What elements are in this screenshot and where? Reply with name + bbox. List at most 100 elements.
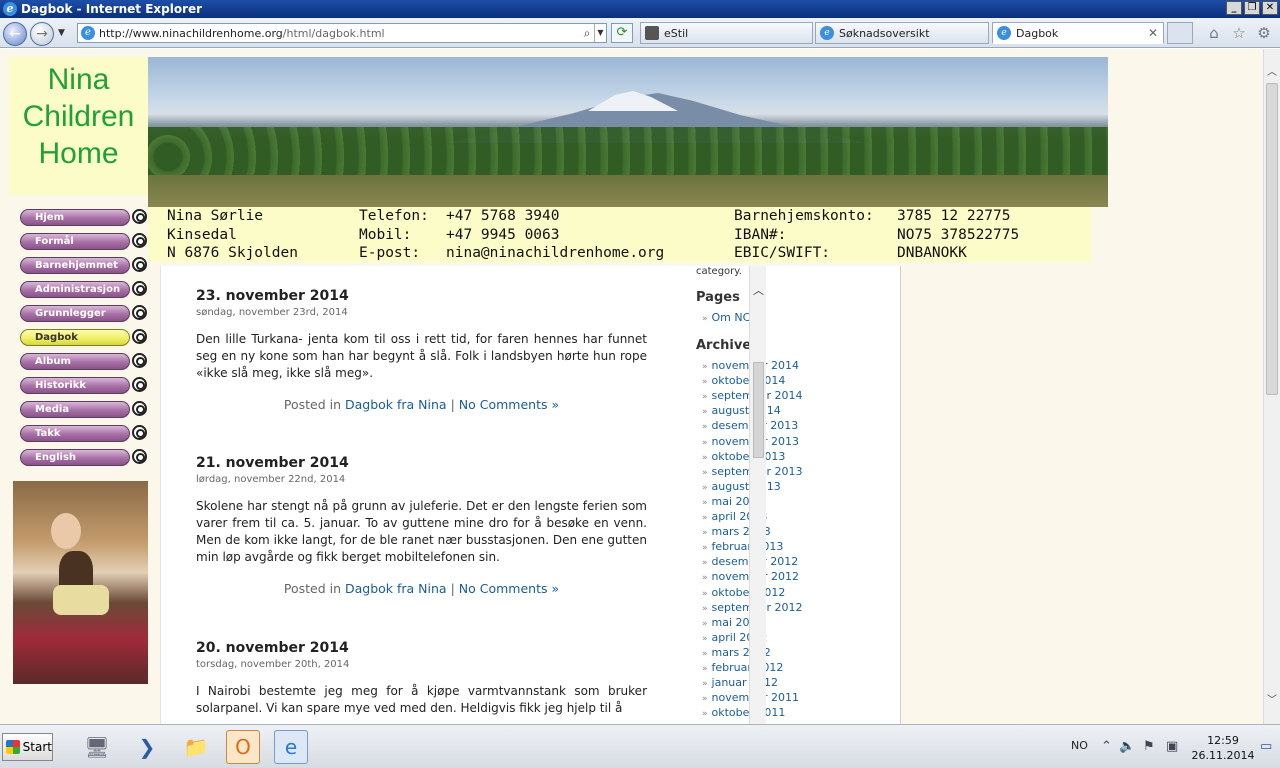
archive-link[interactable]: » februar 2013	[702, 539, 896, 554]
scrollbar-thumb[interactable]	[753, 362, 764, 458]
bank-values-column: 3785 12 22775 NO75 378522775 DNBANOKK	[897, 207, 1019, 263]
menu-item-media[interactable]: Media	[20, 400, 148, 419]
post-title[interactable]: 21. november 2014	[196, 455, 647, 471]
chevron-icon: »	[702, 709, 708, 720]
post-category-link[interactable]: Dagbok fra Nina	[345, 581, 447, 596]
chevron-icon: »	[702, 392, 708, 403]
menu-item-album[interactable]: Album	[20, 352, 148, 371]
server-manager-icon[interactable]: 🖥	[80, 730, 114, 764]
post-title[interactable]: 23. november 2014	[196, 288, 647, 304]
volume-icon[interactable]: 🔈	[1119, 739, 1135, 754]
archive-link[interactable]: » januar 2012	[702, 675, 896, 690]
archive-link[interactable]: » oktober 2013	[702, 449, 896, 464]
archive-link[interactable]: » oktober 2012	[702, 585, 896, 600]
explorer-folder-icon[interactable]: 📁	[179, 730, 213, 764]
contact-name: Nina Sørlie	[167, 208, 264, 224]
chevron-icon: »	[702, 422, 708, 433]
address-dropdown-icon[interactable]: ▼	[594, 24, 606, 42]
favorites-star-icon[interactable]: ☆	[1230, 24, 1248, 42]
home-icon[interactable]: ⌂	[1205, 24, 1223, 42]
forward-arrow-icon[interactable]: →	[30, 22, 54, 46]
page-scrollbar[interactable]: ︿ ﹀	[1263, 49, 1280, 724]
archive-link[interactable]: » september 2012	[702, 600, 896, 615]
archive-link[interactable]: » april 2012	[702, 630, 896, 645]
archive-link[interactable]: » oktober 2011	[702, 705, 896, 720]
contact-place: Kinsedal	[167, 226, 237, 243]
post-comments-link[interactable]: No Comments »	[459, 581, 559, 596]
post-title[interactable]: 20. november 2014	[196, 640, 647, 656]
gear-icon[interactable]: ⚙	[1255, 24, 1273, 42]
new-tab-button[interactable]	[1167, 22, 1193, 44]
archive-link[interactable]: » mars 2012	[702, 645, 896, 660]
iframe-scrollbar[interactable]: ︿	[749, 266, 766, 724]
scroll-up-icon[interactable]: ︿	[1267, 63, 1277, 78]
tab-soknadsoversikt[interactable]: e Søknadsoversikt	[815, 22, 989, 44]
archive-link[interactable]: » mars 2013	[702, 524, 896, 539]
archive-link[interactable]: » desember 2013	[702, 418, 896, 433]
page-link[interactable]: » Om NCH	[702, 310, 896, 325]
internet-explorer-icon[interactable]: e	[274, 730, 308, 764]
tab-estil[interactable]: eStil	[640, 22, 813, 44]
menu-item-formal[interactable]: Formål	[20, 232, 148, 251]
archive-link[interactable]: » november 2014	[702, 358, 896, 373]
scroll-down-icon[interactable]: ﹀	[1267, 691, 1277, 706]
archive-link[interactable]: » september 2014	[702, 388, 896, 403]
history-dropdown-icon[interactable]: ▼	[58, 28, 65, 38]
tab-dagbok[interactable]: e Dagbok ✕	[992, 22, 1164, 44]
show-desktop-icon[interactable]: ▭	[1260, 739, 1272, 754]
archive-link[interactable]: » oktober 2014	[702, 373, 896, 388]
menu-item-administrasjon[interactable]: Administrasjon	[20, 280, 148, 299]
menu-item-hjem[interactable]: Hjem	[20, 208, 148, 227]
link-label: februar 2012	[711, 660, 784, 674]
start-button[interactable]: Start	[2, 733, 53, 761]
post-date: torsdag, november 20th, 2014	[196, 659, 350, 670]
close-tab-icon[interactable]: ✕	[1148, 26, 1158, 40]
archive-link[interactable]: » august 2013	[702, 479, 896, 494]
post-category-link[interactable]: Dagbok fra Nina	[345, 397, 447, 412]
scroll-up-icon[interactable]: ︿	[753, 282, 764, 298]
archive-link[interactable]: » november 2013	[702, 434, 896, 449]
archive-link[interactable]: » april 2013	[702, 509, 896, 524]
back-arrow-icon[interactable]: ←	[3, 22, 27, 46]
address-bar[interactable]: e http://www.ninachildrenhome.org/html/d…	[77, 23, 607, 43]
menu-item-takk[interactable]: Takk	[20, 424, 148, 443]
tab-label: Søknadsoversikt	[839, 26, 930, 40]
meta-separator: |	[450, 397, 455, 412]
minimize-icon[interactable]: _	[1226, 1, 1242, 15]
address-url[interactable]: http://www.ninachildrenhome.org/html/dag…	[99, 27, 580, 40]
grass-shape	[148, 175, 1108, 207]
menu-item-grunnlegger[interactable]: Grunnlegger	[20, 304, 148, 323]
menu-item-barnehjemmet[interactable]: Barnehjemmet	[20, 256, 148, 275]
post-comments-link[interactable]: No Comments »	[459, 397, 559, 412]
show-hidden-icons-icon[interactable]: ⌃	[1101, 739, 1112, 754]
ie-favicon-icon: e	[820, 26, 834, 40]
archive-link[interactable]: » mai 2013	[702, 494, 896, 509]
archive-link[interactable]: » august 2014	[702, 403, 896, 418]
network-icon[interactable]: ▣	[1166, 739, 1178, 754]
windows-logo-icon	[6, 740, 20, 754]
menu-item-english[interactable]: English	[20, 448, 148, 467]
system-clock[interactable]: 12:59 26.11.2014	[1188, 733, 1258, 763]
archive-link[interactable]: » desember 2012	[702, 554, 896, 569]
site-logo[interactable]: Nina Children Home	[9, 57, 148, 195]
action-center-flag-icon[interactable]: ⚑	[1143, 739, 1155, 754]
archive-link[interactable]: » mai 2012	[702, 615, 896, 630]
restore-icon[interactable]: ❐	[1244, 1, 1260, 15]
language-indicator[interactable]: NO	[1071, 739, 1088, 752]
chevron-icon: »	[702, 558, 708, 569]
scrollbar-thumb[interactable]	[1266, 83, 1278, 395]
archive-link[interactable]: » februar 2012	[702, 660, 896, 675]
archive-link[interactable]: » november 2011	[702, 690, 896, 705]
outlook-icon[interactable]: O	[226, 730, 260, 764]
chevron-icon: »	[702, 528, 708, 539]
contact-values-column: +47 5768 3940 +47 9945 0063 nina@ninachi…	[446, 207, 664, 263]
menu-item-historikk[interactable]: Historikk	[20, 376, 148, 395]
menu-item-dagbok[interactable]: Dagbok	[20, 328, 148, 347]
page-favicon-icon: e	[81, 26, 95, 40]
archive-link[interactable]: » november 2012	[702, 569, 896, 584]
archive-link[interactable]: » september 2013	[702, 464, 896, 479]
search-icon[interactable]: ⌕	[580, 26, 594, 41]
powershell-icon[interactable]: ❯	[130, 730, 164, 764]
close-icon[interactable]: ✕	[1262, 1, 1278, 15]
refresh-icon[interactable]: ⟳	[611, 23, 633, 43]
